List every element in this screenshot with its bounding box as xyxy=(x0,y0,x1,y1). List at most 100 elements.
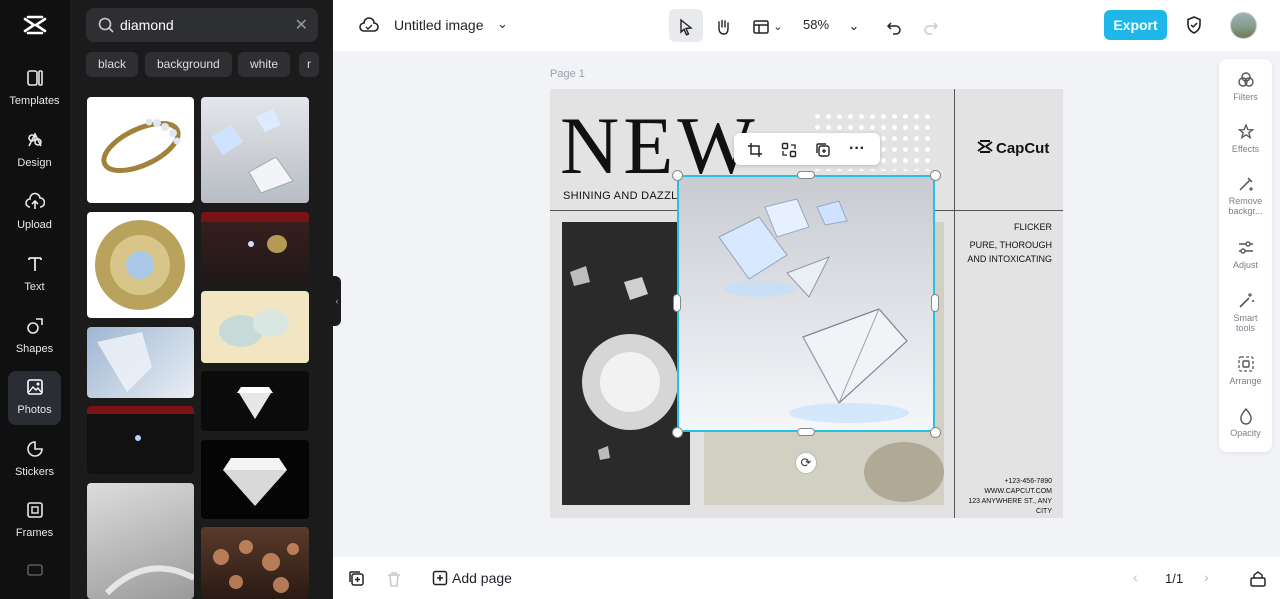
resize-handle-top-right[interactable] xyxy=(930,170,941,181)
undo-button[interactable] xyxy=(882,9,906,42)
arrange-icon xyxy=(1219,355,1272,373)
page-indicator: 1/1 xyxy=(1165,571,1184,586)
effects-tool[interactable]: Effects xyxy=(1219,123,1272,154)
chevron-down-icon: ⌄ xyxy=(848,18,860,33)
undo-icon xyxy=(885,18,903,35)
adjust-tool[interactable]: Adjust xyxy=(1219,239,1272,270)
more-icon xyxy=(8,562,61,586)
add-page-button[interactable]: Add page xyxy=(432,570,512,586)
duplicate-icon[interactable] xyxy=(812,139,834,159)
rail-item-shapes[interactable]: Shapes xyxy=(8,310,61,364)
more-options-icon[interactable]: ··· xyxy=(846,139,868,159)
resize-handle-bottom-left[interactable] xyxy=(672,427,683,438)
rail-item-design[interactable]: Design xyxy=(8,124,61,178)
photo-thumb-soft-gray[interactable] xyxy=(87,483,194,599)
rail-item-text[interactable]: Text xyxy=(8,248,61,302)
page-manager-icon[interactable] xyxy=(1249,570,1267,588)
rail-item-stickers[interactable]: Stickers xyxy=(8,433,61,487)
rail-item-frames[interactable]: Frames xyxy=(8,494,61,548)
replace-icon[interactable] xyxy=(778,139,800,159)
photo-thumb-bracelet[interactable] xyxy=(87,97,194,203)
zoom-dropdown-button[interactable]: ⌄ xyxy=(843,9,865,42)
rail-item-upload[interactable]: Upload xyxy=(8,186,61,240)
rail-item-label: Photos xyxy=(17,404,52,416)
filters-tool[interactable]: Filters xyxy=(1219,71,1272,102)
clear-search-icon[interactable]: ✕ xyxy=(295,15,308,35)
redo-button[interactable] xyxy=(919,9,943,42)
photo-thumb-diamond-pair[interactable] xyxy=(201,291,309,363)
phone-text: +123-456-7890 xyxy=(1004,478,1052,485)
rotate-handle-icon[interactable]: ⟳ xyxy=(795,452,817,474)
canvas-photo-dark-diamonds[interactable] xyxy=(562,222,690,505)
add-page-icon xyxy=(432,570,452,586)
crop-icon[interactable] xyxy=(744,139,766,159)
opacity-tool[interactable]: Opacity xyxy=(1219,407,1272,438)
photo-thumb-dark-sparkle[interactable] xyxy=(87,406,194,474)
resize-handle-bottom-right[interactable] xyxy=(930,427,941,438)
opacity-icon xyxy=(1219,407,1272,425)
rail-item-label: Text xyxy=(24,281,45,293)
search-icon xyxy=(97,16,115,34)
resize-handle-left[interactable] xyxy=(673,294,681,312)
hand-tool-button[interactable] xyxy=(706,9,740,42)
collapse-panel-handle[interactable]: ‹ xyxy=(333,276,341,326)
trash-icon[interactable] xyxy=(385,570,403,588)
rail-item-more[interactable] xyxy=(8,556,61,599)
photo-thumb-diamond-blue[interactable] xyxy=(87,327,194,398)
layout-button[interactable]: ⌄ xyxy=(747,9,787,42)
search-input[interactable] xyxy=(120,14,280,36)
resize-handle-top-left[interactable] xyxy=(672,170,683,181)
photo-thumb-diamonds-group[interactable] xyxy=(201,97,309,203)
hand-icon xyxy=(714,18,732,35)
rail-item-label: Upload xyxy=(17,219,52,231)
tagline-block[interactable]: FLICKER PURE, THOROUGH AND INTOXICATING xyxy=(958,220,1052,266)
smart-tools-tool[interactable]: Smart tools xyxy=(1219,292,1272,333)
resize-handle-bottom[interactable] xyxy=(797,428,815,436)
selected-image-diamonds[interactable] xyxy=(677,175,935,432)
opacity-label: Opacity xyxy=(1230,428,1261,438)
search-box[interactable]: ✕ xyxy=(86,8,318,42)
chip-more[interactable]: r xyxy=(299,52,319,77)
rail-item-photos[interactable]: Photos xyxy=(8,371,61,425)
adjust-label: Adjust xyxy=(1232,260,1258,270)
remove-background-icon xyxy=(1219,175,1272,193)
contact-block[interactable]: +123-456-7890 WWW.CAPCUT.COM 123 ANYWHER… xyxy=(954,477,1052,517)
select-tool-button[interactable] xyxy=(669,9,703,42)
chip-background[interactable]: background xyxy=(145,52,232,77)
previous-page-icon[interactable]: ‹ xyxy=(1133,569,1138,585)
export-button[interactable]: Export xyxy=(1104,10,1167,40)
capcut-logo-icon xyxy=(977,140,993,157)
avatar[interactable] xyxy=(1230,12,1257,39)
tagline-line-2: AND INTOXICATING xyxy=(967,254,1052,264)
capcut-logo-icon[interactable] xyxy=(22,13,48,37)
photo-thumb-diamond-black[interactable] xyxy=(201,440,309,519)
cloud-sync-icon[interactable] xyxy=(359,16,379,36)
photo-thumb-bokeh[interactable] xyxy=(201,527,309,599)
arrange-tool[interactable]: Arrange xyxy=(1219,355,1272,386)
photos-icon xyxy=(8,377,61,401)
photo-thumb-diamond-glow[interactable] xyxy=(201,371,309,431)
photo-thumb-coin[interactable] xyxy=(201,212,309,284)
resize-handle-top[interactable] xyxy=(797,171,815,179)
next-page-icon[interactable]: › xyxy=(1204,569,1209,585)
adjust-icon xyxy=(1219,239,1272,257)
chip-white[interactable]: white xyxy=(238,52,291,77)
layout-icon xyxy=(752,18,770,34)
document-title[interactable]: Untitled image xyxy=(394,17,484,33)
zoom-level[interactable]: 58% xyxy=(803,17,829,32)
templates-icon xyxy=(8,68,61,92)
chip-black[interactable]: black xyxy=(86,52,139,77)
rail-item-label: Stickers xyxy=(14,466,55,478)
resize-handle-right[interactable] xyxy=(931,294,939,312)
effects-icon xyxy=(1219,123,1272,141)
chevron-down-icon[interactable]: ⌄ xyxy=(497,16,508,32)
shield-icon[interactable] xyxy=(1184,15,1204,35)
page-copy-icon[interactable] xyxy=(348,570,366,588)
subheadline-text[interactable]: SHINING AND DAZZLI xyxy=(563,190,681,202)
photo-thumb-round-diamond[interactable] xyxy=(87,212,194,318)
remove-background-tool[interactable]: Remove backgr... xyxy=(1219,175,1272,216)
shapes-icon xyxy=(8,316,61,340)
divider-vertical xyxy=(954,89,955,518)
rail-item-templates[interactable]: Templates xyxy=(8,62,61,116)
brand-logo[interactable]: CapCut xyxy=(977,140,1049,157)
